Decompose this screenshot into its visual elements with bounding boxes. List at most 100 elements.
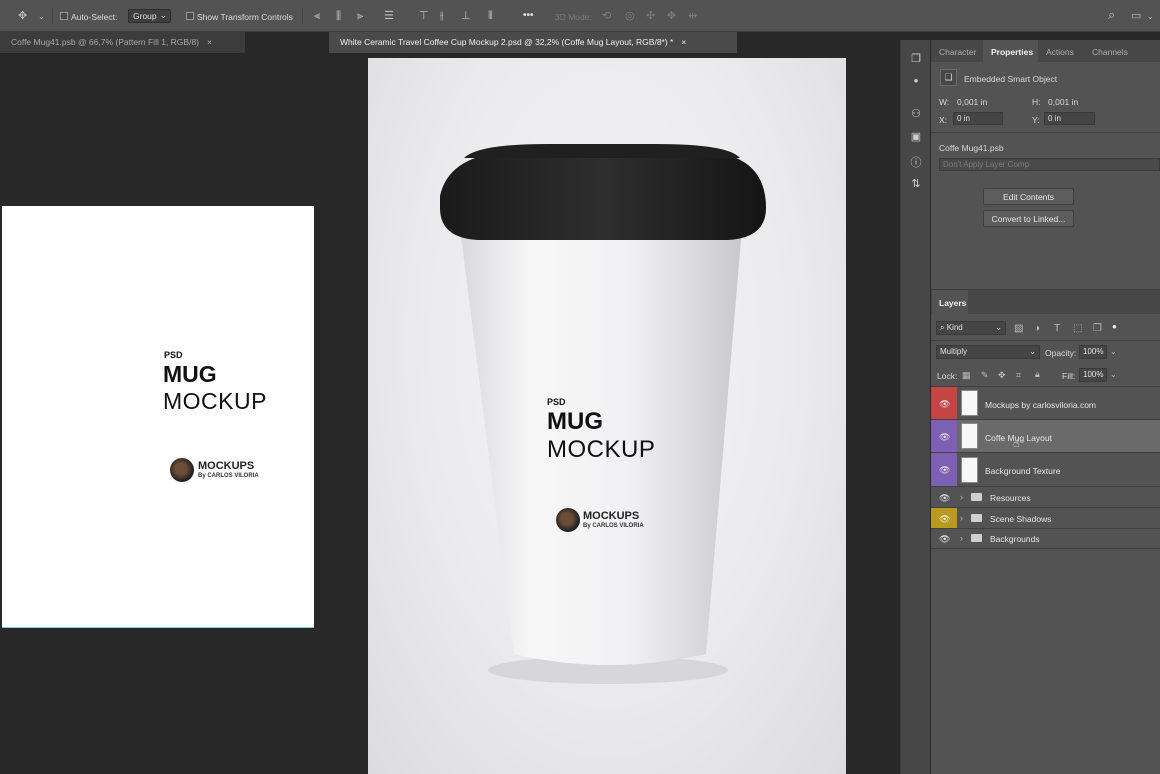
3d-pan-icon[interactable]: ✣ [646, 10, 655, 22]
lock-transparent-icon[interactable]: ▦ [962, 369, 971, 381]
smart-object-thumbnail [961, 423, 978, 449]
folder-icon [971, 534, 982, 542]
move-tool-icon[interactable]: ✥ [18, 10, 27, 22]
fill-chevron-icon[interactable]: ⌄ [1110, 369, 1117, 381]
filter-shape-icon[interactable]: ⬚ [1073, 323, 1082, 335]
filter-toggle-icon[interactable]: ● [1112, 321, 1117, 333]
tab-main-document[interactable]: White Ceramic Travel Coffee Cup Mockup 2… [329, 32, 737, 53]
opacity-chevron-icon[interactable]: ⌄ [1110, 346, 1117, 358]
object-type-label: Embedded Smart Object [964, 74, 1058, 84]
layer-group-row[interactable]: 👁︎ › Backgrounds [931, 529, 1160, 549]
layer-thumbnail [961, 390, 978, 416]
filter-adjustment-icon[interactable]: ◑ [1034, 323, 1040, 335]
folder-icon [971, 493, 982, 501]
chevron-right-icon[interactable]: › [960, 513, 963, 523]
show-transform-checkbox[interactable] [186, 12, 194, 20]
filter-kind-dropdown[interactable]: ⌕ Kind ⌄ [936, 321, 1006, 335]
auto-select-checkbox[interactable] [60, 12, 68, 20]
chevron-right-icon[interactable]: › [960, 533, 963, 543]
chevron-down-icon: ⌄ [159, 10, 167, 20]
cup-mug-text: MUG [547, 408, 603, 435]
cursor-pointer-icon: ☝︎ [1013, 438, 1020, 450]
tab-coffe-mug-psb[interactable]: Coffe Mug41.psb @ 66,7% (Pattern Fill 1,… [0, 32, 245, 53]
workspace-icon[interactable]: ▭ [1131, 10, 1141, 22]
close-icon[interactable]: × [681, 37, 686, 47]
tab-character[interactable]: Character [939, 47, 976, 57]
tab-actions[interactable]: Actions [1046, 47, 1074, 57]
layer-name: Scene Shadows [990, 514, 1052, 524]
eye-icon[interactable]: 👁︎ [939, 534, 950, 545]
lock-artboard-icon[interactable]: ⌗ [1016, 369, 1021, 381]
panel-icon-strip: ❐ ● ⚇ ▣ ⓘ ⇅ [900, 40, 930, 774]
3d-icon[interactable]: ⚇ [909, 107, 923, 120]
3d-scale-icon[interactable]: ⇹ [688, 10, 697, 22]
layer-group-row[interactable]: 👁︎ › Scene Shadows [931, 508, 1160, 529]
chevron-right-icon[interactable]: › [960, 492, 963, 502]
filter-type-icon[interactable]: T [1054, 323, 1060, 335]
filter-smart-object-icon[interactable]: ❐ [1093, 323, 1102, 335]
mockup-photo[interactable]: PSD MUG MOCKUP MOCKUPS By CARLOS VILORIA [368, 58, 846, 774]
eye-icon[interactable]: 👁︎ [939, 493, 950, 504]
convert-to-linked-button[interactable]: Convert to Linked... [983, 210, 1074, 227]
align-vertical-center-icon[interactable]: ⫲ [440, 10, 444, 22]
more-options-icon[interactable]: ••• [523, 10, 534, 21]
layer-comp-dropdown[interactable]: Don't Apply Layer Comp [939, 158, 1160, 171]
layer-row-selected[interactable]: 👁︎ Coffe Mug Layout ☝︎ [931, 420, 1160, 453]
adjustments-icon[interactable]: ● [909, 76, 923, 85]
history-icon[interactable]: ⇅ [909, 177, 923, 190]
fill-input[interactable]: 100% [1079, 368, 1107, 382]
divider [931, 132, 1160, 133]
layer-row[interactable]: 👁︎ Mockups by carlosviloria.com [931, 387, 1160, 420]
blend-mode-dropdown[interactable]: Multiply ⌄ [936, 345, 1040, 359]
logo-avatar [170, 458, 194, 482]
search-icon[interactable]: ⌕ [1108, 8, 1115, 21]
edit-contents-button[interactable]: Edit Contents [983, 188, 1074, 205]
layer-name: Background Texture [985, 466, 1061, 476]
y-input[interactable]: 0 in [1044, 112, 1095, 125]
distribute-horizontal-icon[interactable]: ☰ [384, 10, 394, 22]
filter-kind-value: Kind [946, 323, 963, 332]
tab-properties[interactable]: Properties [991, 47, 1033, 57]
lock-position-icon[interactable]: ✥ [998, 369, 1006, 381]
tab-layers[interactable]: Layers [939, 298, 966, 308]
eye-icon[interactable]: 👁︎ [939, 399, 950, 410]
tab-channels[interactable]: Channels [1092, 47, 1128, 57]
lock-all-icon[interactable]: 🔒︎ [1035, 368, 1040, 380]
eye-icon[interactable]: 👁︎ [939, 465, 950, 476]
3d-slide-icon[interactable]: ✥ [667, 10, 676, 22]
auto-select-dropdown[interactable]: Group ⌄ [128, 9, 171, 23]
artboard-psd-text: PSD [164, 350, 183, 360]
align-left-icon[interactable]: ⫷ [314, 10, 320, 22]
align-right-icon[interactable]: ⫸ [357, 10, 363, 22]
layer-row[interactable]: 👁︎ Background Texture [931, 453, 1160, 487]
align-top-icon[interactable]: ⊤ [419, 10, 429, 22]
layer-group-row[interactable]: 👁︎ › Resources [931, 487, 1160, 508]
folder-icon [971, 514, 982, 522]
filter-pixel-icon[interactable]: ▨ [1014, 323, 1023, 335]
show-transform-label: Show Transform Controls [197, 12, 293, 22]
align-horizontal-center-icon[interactable]: ⫼ [336, 10, 341, 22]
artboard[interactable]: PSD MUG MOCKUP MOCKUPS By CARLOS VILORIA [2, 206, 314, 628]
styles-icon[interactable]: ▣ [909, 130, 923, 143]
cup-logo-title: MOCKUPS [583, 510, 640, 522]
3d-orbit-icon[interactable]: ⟲ [602, 10, 611, 22]
width-label: W: [939, 97, 950, 107]
tab-label: Coffe Mug41.psb @ 66,7% (Pattern Fill 1,… [11, 37, 200, 47]
x-input[interactable]: 0 in [953, 112, 1003, 125]
align-bottom-icon[interactable]: ⊥ [461, 10, 471, 22]
distribute-vertical-icon[interactable]: ⦀ [488, 10, 493, 22]
eye-icon[interactable]: 👁︎ [939, 432, 950, 443]
libraries-icon[interactable]: ❐ [909, 52, 923, 65]
cup-illustration [440, 144, 766, 684]
height-label: H: [1032, 97, 1041, 107]
lock-image-icon[interactable]: ✎ [981, 369, 989, 381]
tool-preset-chevron-icon[interactable]: ⌄ [38, 11, 45, 23]
height-value: 0,001 in [1048, 97, 1079, 107]
eye-icon[interactable]: 👁︎ [939, 514, 950, 525]
opacity-input[interactable]: 100% [1079, 345, 1107, 359]
3d-roll-icon[interactable]: ◎ [625, 10, 635, 22]
info-icon[interactable]: ⓘ [909, 154, 923, 170]
chevron-down-icon[interactable]: ⌄ [1147, 11, 1154, 23]
layer-name: Resources [990, 493, 1031, 503]
close-icon[interactable]: × [207, 37, 212, 47]
